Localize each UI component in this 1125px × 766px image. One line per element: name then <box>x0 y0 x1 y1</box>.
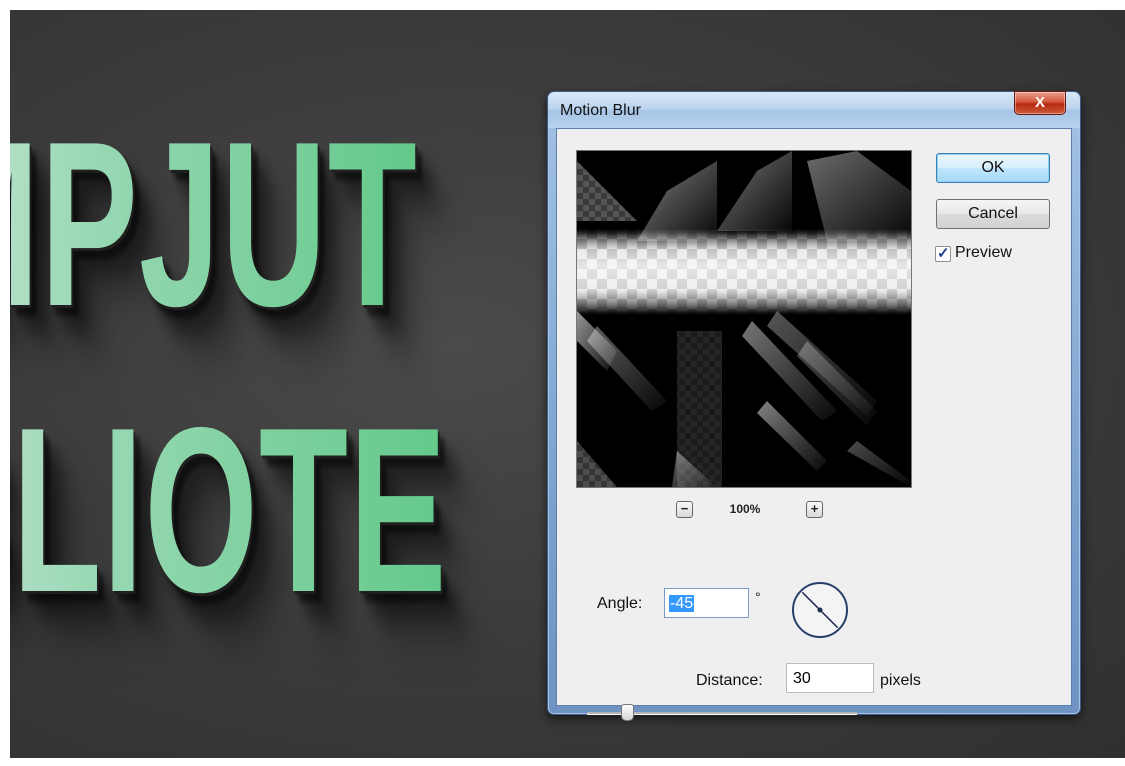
degree-sign: ° <box>755 589 761 605</box>
angle-input[interactable]: -45 <box>664 588 749 618</box>
preview-streaks <box>577 151 911 487</box>
preview-checkbox[interactable]: ✓ <box>935 245 951 262</box>
angle-label: Angle: <box>597 595 643 612</box>
angle-value: -45 <box>669 595 695 612</box>
dialog-title: Motion Blur <box>560 102 641 119</box>
zoom-in-icon: + <box>810 501 819 516</box>
distance-input[interactable]: 30 <box>786 663 874 693</box>
zoom-out-icon: − <box>680 501 689 516</box>
checkmark-icon: ✓ <box>937 245 950 262</box>
filter-preview-image[interactable] <box>576 150 912 488</box>
distance-unit: pixels <box>880 672 921 689</box>
close-button[interactable]: X <box>1014 91 1066 115</box>
close-icon: X <box>1034 94 1045 111</box>
preview-checkbox-label[interactable]: Preview <box>955 244 1012 262</box>
motion-blur-dialog: Motion Blur X − 100% + OK Cancel ✓ Previ… <box>547 91 1081 721</box>
dialog-titlebar[interactable]: Motion Blur X <box>548 91 1080 128</box>
artwork-text-line-1: MPJUT <box>10 106 418 341</box>
zoom-level-label: 100% <box>729 502 761 516</box>
angle-dial-icon[interactable] <box>790 580 850 640</box>
cancel-button[interactable]: Cancel <box>936 199 1050 229</box>
distance-label: Distance: <box>696 672 763 689</box>
artwork-text-line-2: BLIOTE <box>10 392 448 627</box>
zoom-in-button[interactable]: + <box>806 501 823 518</box>
ok-button[interactable]: OK <box>936 153 1050 183</box>
zoom-out-button[interactable]: − <box>676 501 693 518</box>
dialog-body: − 100% + OK Cancel ✓ Preview Angle: -45 … <box>556 128 1072 721</box>
slider-thumb-icon[interactable] <box>621 704 634 721</box>
